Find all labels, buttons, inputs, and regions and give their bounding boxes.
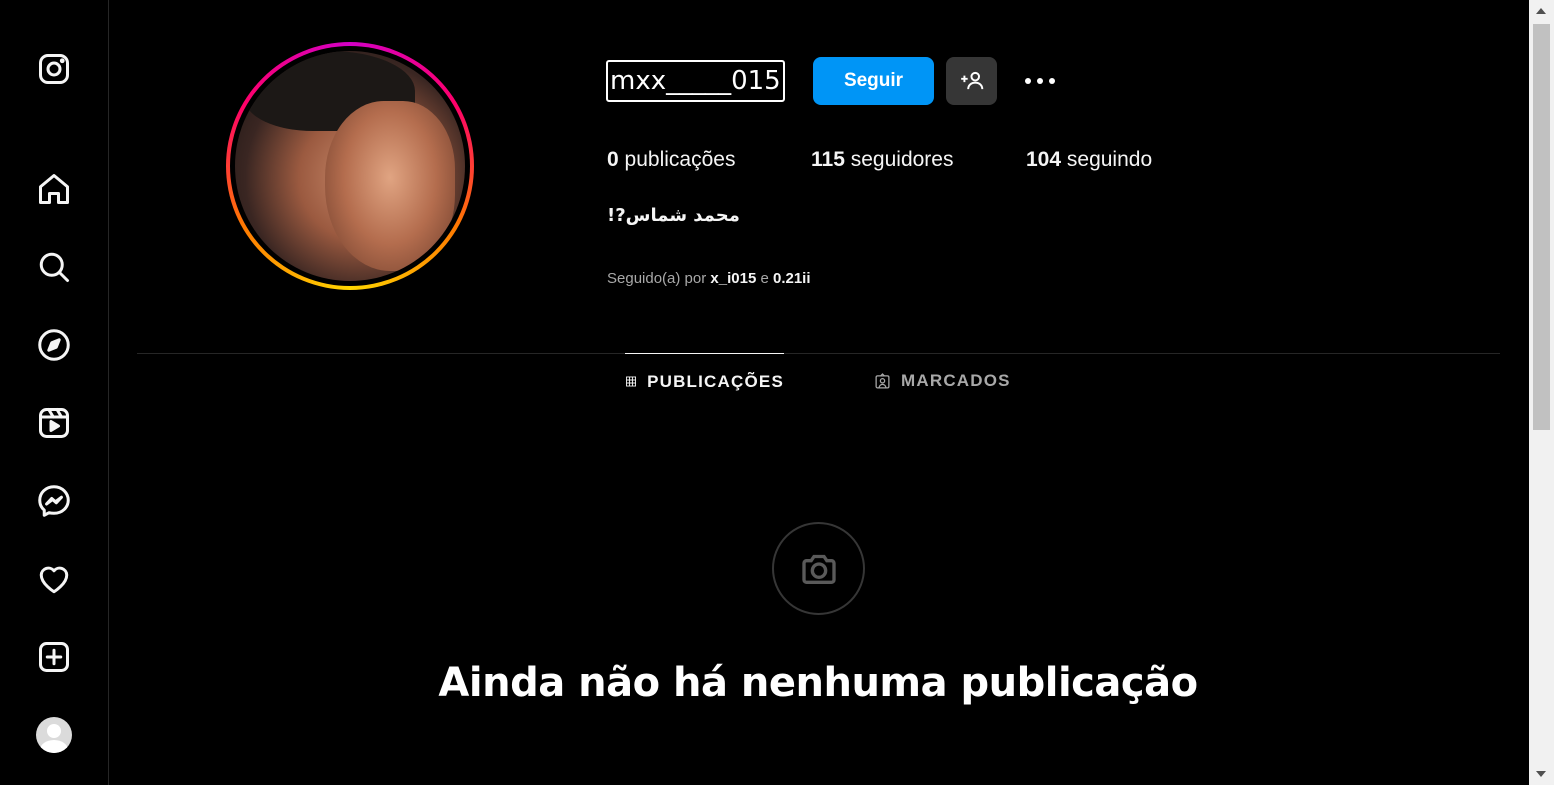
profile-full-name: محمد شماس?!: [607, 205, 740, 226]
following-stat[interactable]: 104 seguindo: [1026, 148, 1152, 172]
tab-tagged-label: MARCADOS: [901, 371, 1011, 390]
profile-username[interactable]: mxx_____015: [606, 60, 785, 102]
reels-icon[interactable]: [34, 403, 74, 443]
followers-label: seguidores: [850, 148, 954, 171]
scroll-down-arrow-icon[interactable]: [1536, 771, 1546, 777]
add-person-icon: [960, 71, 983, 90]
messenger-icon[interactable]: [34, 481, 74, 521]
followed-by[interactable]: Seguido(a) por x_i015 e 0.21ii: [607, 270, 811, 287]
explore-compass-icon[interactable]: [34, 325, 74, 365]
followed-by-user-2[interactable]: 0.21ii: [773, 270, 811, 287]
empty-state-title: Ainda não há nenhuma publicação: [438, 660, 1198, 706]
following-count: 104: [1026, 148, 1062, 171]
tagged-icon: [875, 372, 890, 389]
heart-icon: [39, 566, 69, 594]
more-options-button[interactable]: [1018, 64, 1062, 98]
scrollbar[interactable]: [1529, 0, 1554, 785]
profile-picture-ring[interactable]: [226, 42, 474, 290]
posts-count: 0: [607, 148, 619, 171]
following-label: seguindo: [1066, 148, 1153, 171]
grid-icon: [626, 376, 637, 387]
followers-count: 115: [811, 148, 845, 171]
profile-picture: [235, 51, 465, 281]
profile-picture-face: [325, 101, 455, 271]
messenger-icon: [38, 485, 70, 517]
tab-posts-label: PUBLICAÇÕES: [647, 371, 784, 391]
search-icon[interactable]: [34, 247, 74, 287]
scrollbar-thumb[interactable]: [1533, 24, 1550, 430]
profile-picture-frame: [230, 46, 470, 286]
heart-icon[interactable]: [34, 559, 74, 599]
camera-icon: [772, 522, 865, 615]
app-root: mxx_____015 Seguir 0 publicações 115 seg…: [0, 0, 1554, 785]
profile-avatar[interactable]: [36, 717, 72, 753]
tab-tagged[interactable]: MARCADOS: [874, 353, 1011, 409]
instagram-logo-icon: [39, 54, 69, 84]
followers-stat[interactable]: 115 seguidores: [811, 148, 953, 172]
tabs-divider: [137, 353, 1500, 354]
suggested-users-button[interactable]: [946, 57, 997, 105]
search-icon: [39, 252, 69, 282]
tab-posts[interactable]: PUBLICAÇÕES: [625, 353, 784, 409]
reels-icon: [39, 408, 69, 438]
more-dots-icon: [1025, 78, 1055, 84]
followed-by-user-1[interactable]: x_i015: [710, 270, 756, 287]
posts-stat: 0 publicações: [607, 148, 735, 172]
posts-label: publicações: [624, 148, 736, 171]
followed-by-conjunction: e: [760, 270, 769, 287]
follow-button[interactable]: Seguir: [813, 57, 934, 105]
followed-by-prefix: Seguido(a) por: [607, 270, 707, 287]
camera-icon-glyph: [801, 554, 836, 584]
explore-compass-icon: [38, 329, 70, 361]
scroll-up-arrow-icon[interactable]: [1536, 8, 1546, 14]
home-icon: [39, 174, 69, 204]
home-icon[interactable]: [34, 169, 74, 209]
instagram-logo-icon[interactable]: [34, 49, 74, 89]
